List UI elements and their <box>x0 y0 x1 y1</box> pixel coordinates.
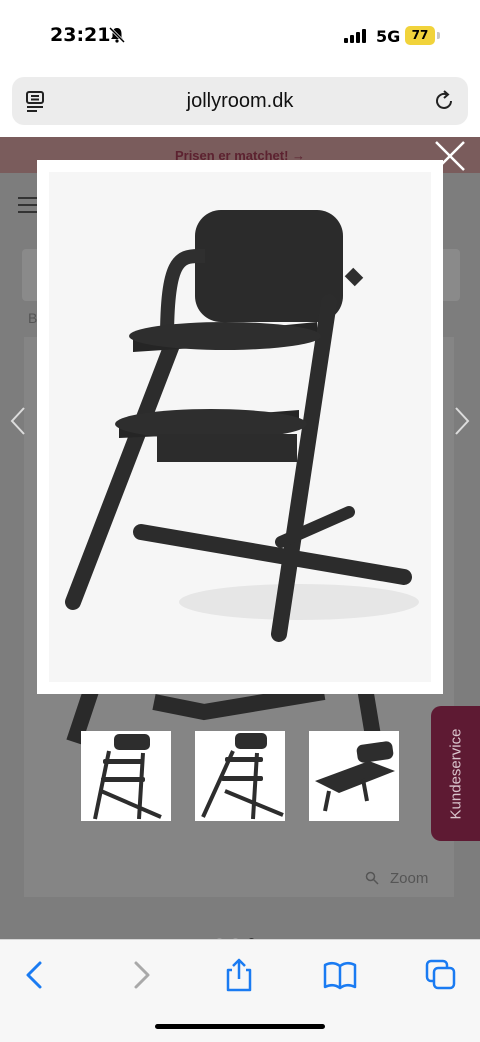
silent-bell-icon <box>108 26 126 44</box>
battery-tip <box>437 32 440 39</box>
zoom-search-icon[interactable] <box>365 871 379 885</box>
reload-icon[interactable] <box>432 89 456 113</box>
thumbnail-2-image <box>201 733 284 820</box>
status-time: 23:21 <box>50 24 111 46</box>
thumbnail-2[interactable] <box>195 731 285 821</box>
thumbnail-1[interactable] <box>81 731 171 821</box>
bookmarks-icon[interactable] <box>322 957 358 993</box>
back-arrow-icon[interactable] <box>18 957 54 993</box>
thumbnail-3-image <box>315 741 395 812</box>
close-icon[interactable] <box>432 138 468 174</box>
product-image <box>49 172 431 682</box>
next-image-arrow-icon[interactable] <box>452 406 472 444</box>
forward-arrow-icon[interactable] <box>122 957 158 993</box>
status-bar: 23:21 5G 77 <box>0 0 480 70</box>
zoom-label[interactable]: Zoom <box>390 870 428 887</box>
battery-icon: 77 <box>405 26 435 45</box>
home-indicator <box>155 1024 325 1029</box>
thumbnail-1-image <box>93 734 162 820</box>
thumbnail-3[interactable] <box>309 731 399 821</box>
address-bar[interactable]: jollyroom.dk <box>12 77 468 125</box>
cellular-signal-icon <box>344 29 368 43</box>
menu-icon[interactable] <box>18 197 38 218</box>
customer-service-label[interactable]: Kundeservice <box>447 728 464 819</box>
high-chair-image <box>65 210 419 642</box>
previous-image-arrow-icon[interactable] <box>8 406 28 444</box>
customer-service-label-wrap[interactable]: Kundeservice <box>431 706 480 841</box>
gallery-dots <box>216 932 264 939</box>
share-icon[interactable] <box>221 957 257 993</box>
network-type: 5G <box>376 27 401 46</box>
url-text[interactable]: jollyroom.dk <box>0 77 480 125</box>
breadcrumb[interactable]: B <box>28 310 37 326</box>
tabs-icon[interactable] <box>423 957 459 993</box>
